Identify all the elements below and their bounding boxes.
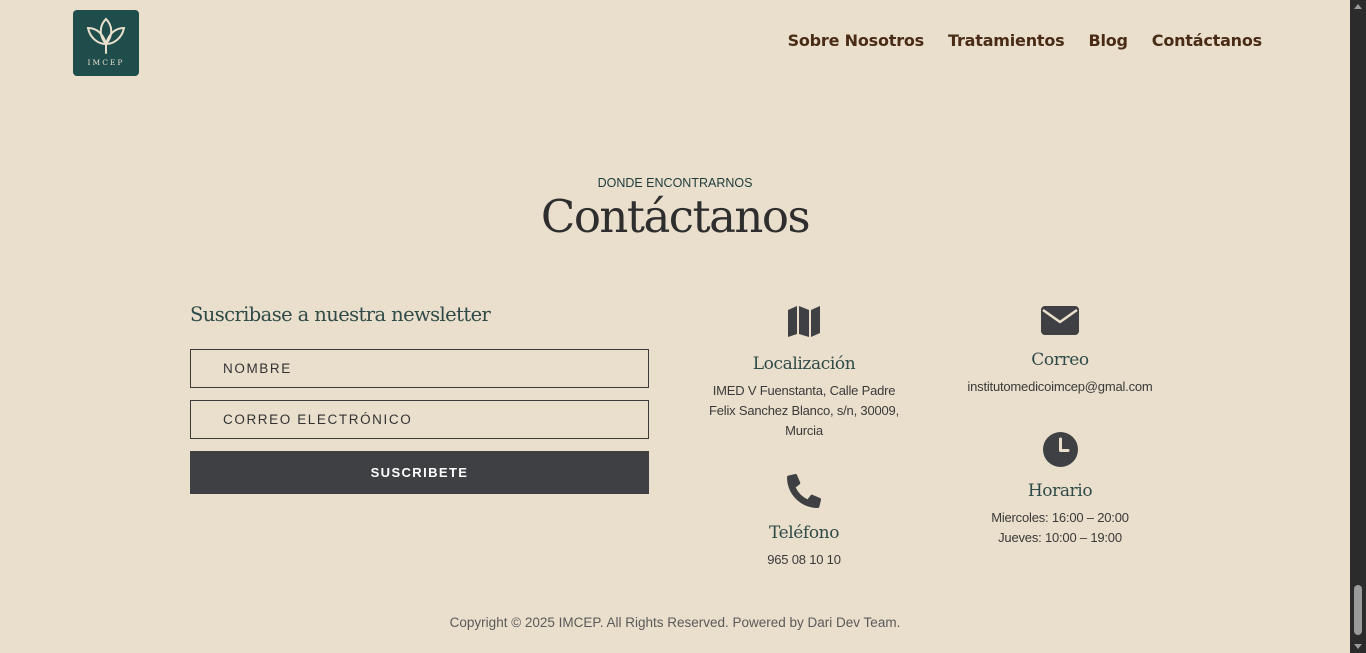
page-scrollbar[interactable] — [1350, 0, 1366, 653]
envelope-icon — [1041, 306, 1079, 335]
location-line: IMED V Fuenstanta, Calle Padre — [712, 383, 896, 398]
location-block: Localización IMED V Fuenstanta, Calle Pa… — [694, 304, 914, 441]
email-title: Correo — [1031, 350, 1089, 370]
section-title: Contáctanos — [540, 190, 811, 243]
hours-line: Miercoles: 16:00 – 20:00 — [991, 510, 1129, 525]
email-block: Correo institutomedicoimcep@gmal.com — [950, 306, 1170, 397]
phone-title: Teléfono — [768, 523, 840, 543]
copyright-text: Copyright © 2025 IMCEP. All Rights Reser… — [449, 615, 901, 630]
subscribe-button[interactable]: SUSCRIBETE — [190, 451, 649, 494]
lotus-icon — [86, 17, 126, 54]
hours-line: Jueves: 10:00 – 19:00 — [998, 530, 1122, 545]
nav-sobre-nosotros[interactable]: Sobre Nosotros — [788, 31, 925, 50]
hours-title: Horario — [1027, 481, 1093, 501]
email-value[interactable]: institutomedicoimcep@gmal.com — [967, 379, 1152, 394]
page: IMCEP Sobre Nosotros Tratamientos Blog C… — [0, 0, 1350, 653]
nav-contactanos[interactable]: Contáctanos — [1152, 31, 1262, 50]
main-nav: Sobre Nosotros Tratamientos Blog Contáct… — [788, 31, 1263, 50]
logo-text: IMCEP — [87, 58, 125, 67]
site-logo[interactable]: IMCEP — [73, 10, 139, 76]
hours-block: Horario Miercoles: 16:00 – 20:00 Jueves:… — [950, 432, 1170, 548]
nav-blog[interactable]: Blog — [1088, 31, 1128, 50]
name-input[interactable] — [190, 349, 649, 388]
map-icon — [788, 306, 820, 337]
nav-tratamientos[interactable]: Tratamientos — [948, 31, 1065, 50]
phone-block: Teléfono 965 08 10 10 — [694, 474, 914, 570]
clock-icon — [1042, 432, 1078, 467]
location-line: Felix Sanchez Blanco, s/n, 30009, — [709, 403, 899, 418]
section-eyebrow: DONDE ENCONTRARNOS — [597, 176, 753, 190]
scroll-up-arrow-icon[interactable] — [1354, 4, 1362, 9]
scroll-down-arrow-icon[interactable] — [1354, 644, 1362, 649]
phone-icon — [787, 474, 821, 508]
scroll-thumb[interactable] — [1354, 585, 1362, 635]
phone-value[interactable]: 965 08 10 10 — [767, 552, 841, 567]
location-line: Murcia — [785, 423, 823, 438]
newsletter-title: Suscribase a nuestra newsletter — [190, 303, 491, 326]
email-input[interactable] — [190, 400, 649, 439]
location-title: Localización — [752, 354, 856, 374]
